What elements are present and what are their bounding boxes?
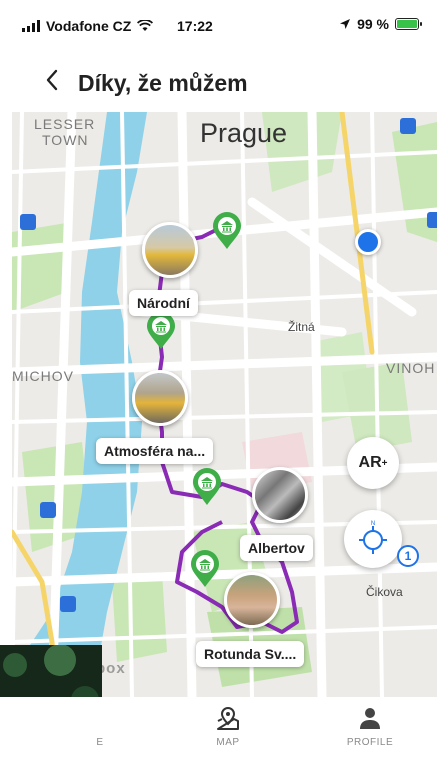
app-header: Díky, že můžem xyxy=(0,50,437,112)
signal-icon xyxy=(22,20,40,32)
place-photo-thumbnail[interactable] xyxy=(142,222,198,278)
person-icon xyxy=(360,708,380,729)
tab-map[interactable]: MAP xyxy=(188,705,268,760)
place-photo-thumbnail[interactable] xyxy=(252,467,308,523)
map-label-district: MICHOV xyxy=(12,368,74,384)
clock: 17:22 xyxy=(177,18,213,34)
status-bar: Vodafone CZ 17:22 99 % xyxy=(0,0,437,50)
carrier-name: Vodafone CZ xyxy=(46,18,132,34)
battery-percent: 99 % xyxy=(357,16,389,32)
map-label-street: Žitná xyxy=(288,320,315,334)
tab-map-label: MAP xyxy=(216,737,240,748)
tab-profile-label: PROFILE xyxy=(346,737,394,748)
tab-profile[interactable]: PROFILE xyxy=(330,705,410,760)
recenter-button[interactable]: N xyxy=(344,510,402,568)
map-pin-icon xyxy=(217,706,239,730)
place-callout[interactable]: Národní xyxy=(129,290,198,316)
map-base xyxy=(12,112,437,697)
ar-plus: + xyxy=(381,457,388,469)
map-label-town: TOWN xyxy=(42,132,89,148)
landmark-pin-icon[interactable] xyxy=(146,312,176,350)
bottom-tab-bar: E MAP PROFILE xyxy=(0,697,437,763)
battery-icon xyxy=(395,18,422,30)
tab-explore[interactable]: E xyxy=(60,705,140,760)
tab-explore-label: E xyxy=(96,737,104,748)
map-label-cikova: Čikova xyxy=(366,585,403,599)
location-arrow-icon xyxy=(340,19,351,29)
ar-button[interactable]: AR + xyxy=(347,437,399,489)
map-label-city: Prague xyxy=(200,118,288,148)
place-photo-thumbnail[interactable] xyxy=(224,572,280,628)
place-callout[interactable]: Albertov xyxy=(240,535,313,561)
carrier: Vodafone CZ xyxy=(22,18,154,34)
compass-icon: N xyxy=(359,521,387,554)
back-button[interactable] xyxy=(38,64,66,96)
compass-letter: N xyxy=(371,521,375,527)
page-title: Díky, že můžem xyxy=(78,70,248,96)
place-callout[interactable]: Atmosféra na... xyxy=(96,438,214,464)
landmark-pin-icon[interactable] xyxy=(190,550,220,588)
wifi-icon xyxy=(137,20,154,31)
landmark-pin-icon[interactable] xyxy=(212,212,242,250)
user-location-marker xyxy=(355,229,381,255)
landmark-pin-icon[interactable] xyxy=(192,468,222,506)
ar-label: AR xyxy=(358,454,382,471)
map-label-lesser: LESSER xyxy=(34,116,96,132)
map-info-button[interactable]: 1 xyxy=(397,545,419,567)
place-callout[interactable]: Rotunda Sv.... xyxy=(196,641,305,667)
battery-status: 99 % xyxy=(339,16,422,32)
place-photo-thumbnail[interactable] xyxy=(132,370,188,426)
map-view[interactable]: LESSER TOWN Prague Žitná MICHOV VINOH Či… xyxy=(12,112,437,697)
chevron-left-icon xyxy=(46,69,58,91)
map-label-district-east: VINOH xyxy=(386,360,436,376)
